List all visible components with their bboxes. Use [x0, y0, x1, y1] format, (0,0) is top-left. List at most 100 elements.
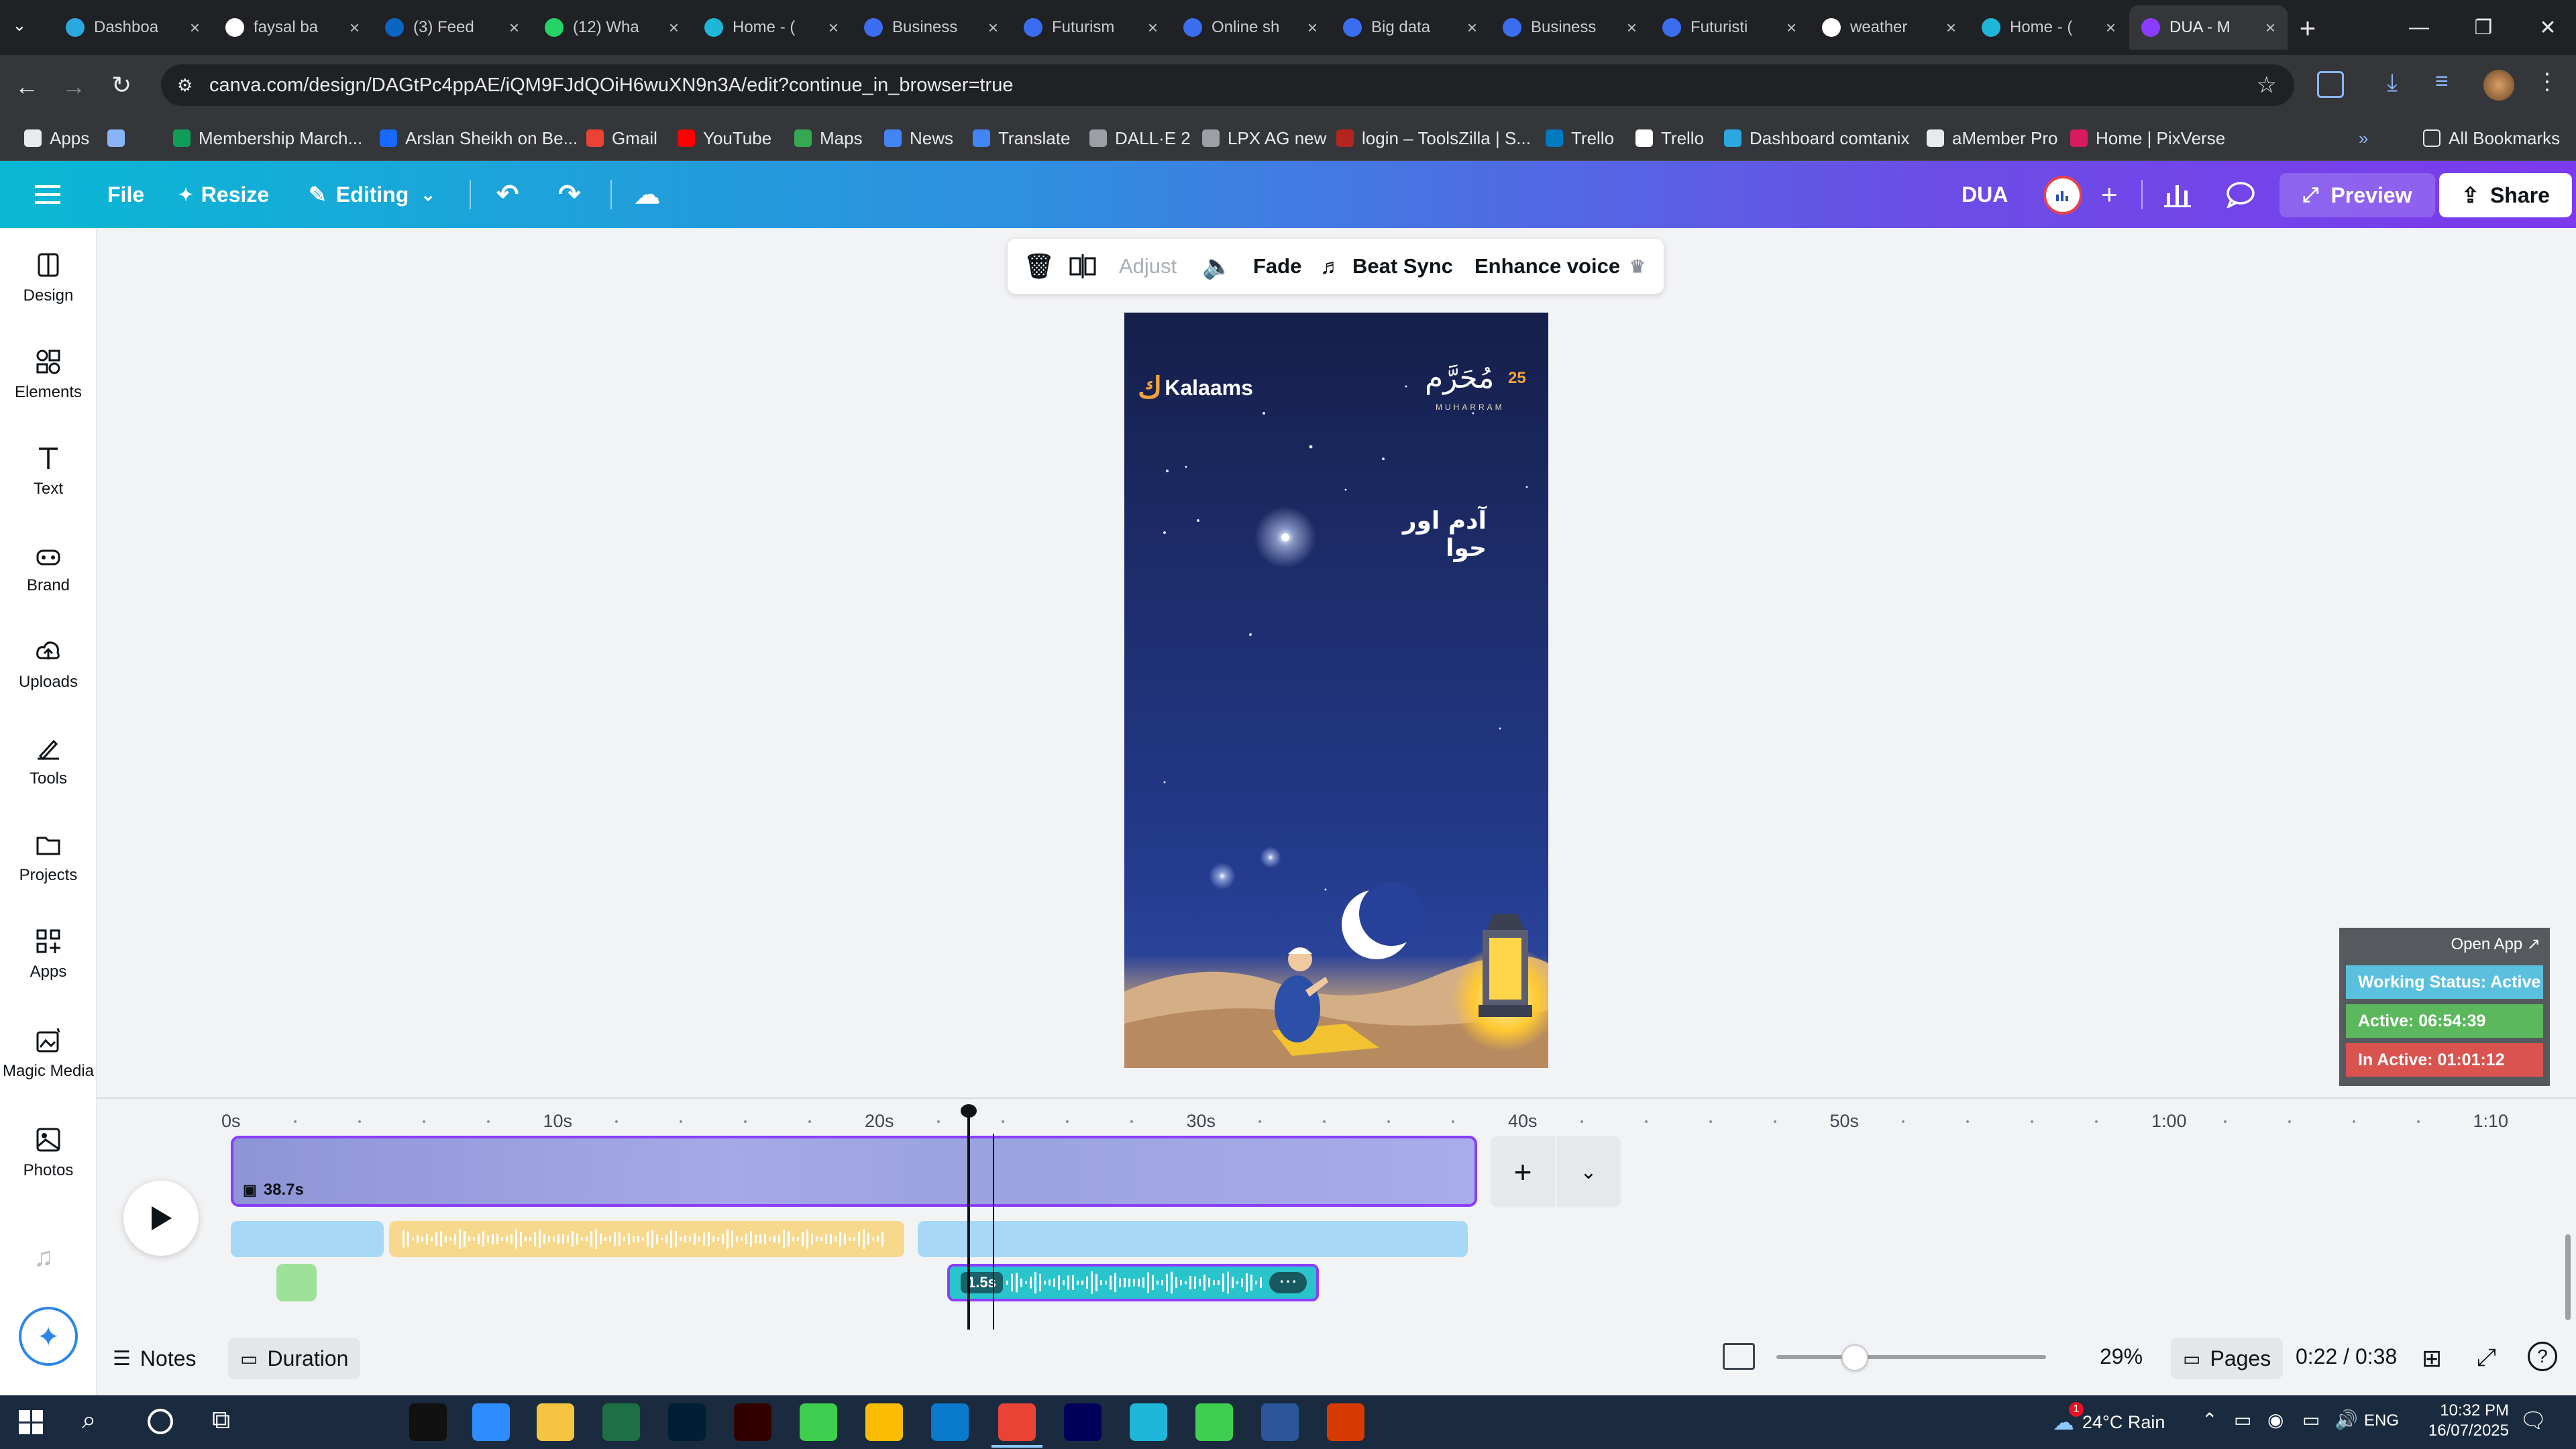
apps-bookmark[interactable]: Apps	[24, 125, 89, 152]
green-app-2-icon[interactable]	[1195, 1403, 1233, 1441]
rail-item-uploads[interactable]: Uploads	[0, 621, 97, 708]
bookmark-item[interactable]: Trello	[1635, 125, 1704, 152]
pen-tool-icon[interactable]	[349, 1403, 386, 1441]
redo-button[interactable]: ↷	[558, 161, 581, 228]
vscode-icon[interactable]	[931, 1403, 969, 1441]
browser-tab[interactable]: Dashboa ×	[54, 5, 212, 50]
network-icon[interactable]: ▭	[2302, 1409, 2320, 1431]
bookmark-item[interactable]: Translate	[973, 125, 1070, 152]
premiere-icon[interactable]	[1064, 1403, 1102, 1441]
rail-item-tools[interactable]: Tools	[0, 718, 97, 805]
zoom-icon[interactable]	[472, 1403, 510, 1441]
browser-tab[interactable]: Futuristi ×	[1650, 5, 1809, 50]
chrome-active-icon[interactable]	[998, 1403, 1036, 1441]
tab-close-icon[interactable]: ×	[828, 17, 839, 38]
comments-button[interactable]	[2226, 161, 2255, 228]
extensions-icon[interactable]	[2317, 71, 2344, 98]
rail-item-design[interactable]: Design	[0, 235, 97, 322]
media-player-icon[interactable]	[1327, 1403, 1364, 1441]
rail-item-projects[interactable]: Projects	[0, 814, 97, 902]
browser-tab[interactable]: weather ×	[1810, 5, 1968, 50]
main-menu-button[interactable]	[35, 161, 62, 228]
zoom-level[interactable]: 29%	[2100, 1344, 2143, 1369]
browser-tab[interactable]: DUA - M ×	[2129, 5, 2288, 50]
bookmark-item[interactable]: Dashboard comtanix	[1724, 125, 1909, 152]
word-icon[interactable]	[1261, 1403, 1299, 1441]
page-thumbnail-toggle-icon[interactable]	[1723, 1343, 1755, 1370]
search-icon[interactable]: ⌕	[82, 1406, 96, 1435]
fullscreen-icon[interactable]: ⤢	[2477, 1343, 2496, 1372]
browser-tab[interactable]: Business ×	[1491, 5, 1649, 50]
cloud-save-icon[interactable]: ☁	[635, 161, 660, 228]
duration-button[interactable]: ▭ Duration	[228, 1338, 361, 1379]
clip-more-options-icon[interactable]: ⋯	[1269, 1272, 1307, 1293]
urdu-title[interactable]: آدم اور حوا	[1379, 507, 1487, 562]
audio-clip-2[interactable]	[389, 1221, 904, 1257]
windows-start-icon[interactable]	[19, 1410, 43, 1434]
tab-close-icon[interactable]: ×	[509, 17, 519, 38]
timeline-scrollbar[interactable]	[2565, 1234, 2571, 1320]
cortana-icon[interactable]	[148, 1409, 173, 1434]
profile-avatar[interactable]	[2483, 70, 2514, 101]
photoshop-icon[interactable]	[668, 1403, 706, 1441]
file-explorer-icon[interactable]	[537, 1403, 574, 1441]
add-page-button[interactable]: +	[1491, 1136, 1555, 1208]
music-icon[interactable]: ♫	[34, 1242, 54, 1273]
browser-tab[interactable]: Online sh ×	[1171, 5, 1330, 50]
bookmark-item[interactable]	[107, 125, 133, 152]
share-button[interactable]: ⇪ Share	[2439, 173, 2572, 217]
clock[interactable]: 10:32 PM 16/07/2025	[2422, 1401, 2509, 1441]
selected-audio-clip[interactable]: 1.5s ⋯	[947, 1264, 1319, 1301]
audio-clip-1[interactable]	[231, 1221, 384, 1257]
audio-clip-3[interactable]	[918, 1221, 1468, 1257]
rail-item-magic-media[interactable]: Magic Media	[0, 1010, 97, 1097]
site-info-icon[interactable]: ⚙	[177, 75, 193, 96]
grid-view-icon[interactable]: ⊞	[2422, 1344, 2442, 1373]
rail-item-text[interactable]: Text	[0, 428, 97, 515]
excel-icon[interactable]	[602, 1403, 640, 1441]
split-icon[interactable]	[1069, 239, 1096, 294]
undo-button[interactable]: ↶	[496, 161, 519, 228]
playhead-handle[interactable]	[961, 1104, 977, 1118]
tab-close-icon[interactable]: ×	[1946, 17, 1956, 38]
tab-close-icon[interactable]: ×	[1467, 17, 1477, 38]
minimize-button[interactable]: —	[2388, 0, 2450, 55]
preview-button[interactable]: ⤢ Preview	[2279, 173, 2435, 217]
reload-icon[interactable]: ↻	[111, 71, 131, 99]
browser-tab[interactable]: Business ×	[852, 5, 1010, 50]
bookmark-item[interactable]: Home | PixVerse	[2070, 125, 2225, 152]
bookmark-item[interactable]: DALL·E 2	[1089, 125, 1191, 152]
magic-assistant-button[interactable]: ✦	[19, 1307, 78, 1366]
browser-tab[interactable]: Home - (×	[1970, 5, 2128, 50]
bookmark-item[interactable]: Trello	[1546, 125, 1614, 152]
bookmark-item[interactable]: aMember Pro	[1927, 125, 2058, 152]
browser-tab[interactable]: (3) Feed ×	[373, 5, 531, 50]
editing-mode-button[interactable]: ✎ Editing ⌄	[309, 161, 435, 228]
video-track[interactable]: ▣ 38.7s	[231, 1136, 1477, 1207]
beat-sync-button[interactable]: ♬ Beat Sync	[1320, 239, 1453, 294]
terminal-icon[interactable]	[409, 1403, 447, 1441]
forward-icon[interactable]: →	[62, 72, 86, 101]
timeline-ruler[interactable]: 0s 10s 20s 30s 40s 50s 1:00 1:10	[221, 1107, 2556, 1134]
tab-search-button[interactable]: ⌄	[12, 15, 39, 42]
close-window-button[interactable]: ✕	[2517, 0, 2576, 55]
design-name[interactable]: DUA	[1962, 161, 2008, 228]
open-app-link[interactable]: Open App ↗	[2451, 934, 2540, 954]
tray-overflow-icon[interactable]: ⌃	[2202, 1409, 2217, 1431]
bookmark-item[interactable]: Membership March...	[173, 125, 362, 152]
tab-close-icon[interactable]: ×	[2106, 17, 2116, 38]
bookmark-item[interactable]: LPX AG new	[1202, 125, 1326, 152]
tab-close-icon[interactable]: ×	[1786, 17, 1796, 38]
resize-button[interactable]: ✦ Resize	[178, 161, 269, 228]
insights-button[interactable]	[2164, 161, 2191, 228]
browser-menu-icon[interactable]: ⋮	[2536, 68, 2559, 95]
input-language[interactable]: ENG	[2364, 1411, 2399, 1430]
browser-tab[interactable]: Home - (×	[692, 5, 851, 50]
cyan-app-icon[interactable]	[1130, 1403, 1167, 1441]
bookmark-item[interactable]: Arslan Sheikh on Be...	[380, 125, 578, 152]
help-icon[interactable]: ?	[2528, 1342, 2557, 1371]
play-button[interactable]	[123, 1181, 199, 1256]
tab-close-icon[interactable]: ×	[1307, 17, 1318, 38]
tab-close-icon[interactable]: ×	[190, 17, 200, 38]
bookmark-item[interactable]: login – ToolsZilla | S...	[1336, 125, 1531, 152]
